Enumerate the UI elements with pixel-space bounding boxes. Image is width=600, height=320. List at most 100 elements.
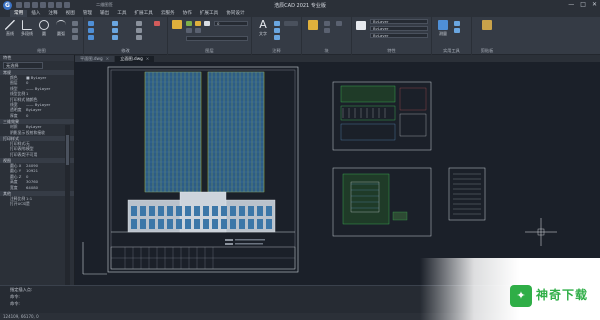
property-row[interactable]: 厚度 0 — [0, 113, 74, 118]
menu-item-extensions-2[interactable]: 扩展工具 — [196, 10, 222, 17]
podium-window — [203, 219, 209, 229]
quick-search[interactable]: 二维图签 — [96, 2, 113, 8]
layer-lock-icon[interactable] — [204, 21, 210, 26]
menu-item-co-design[interactable]: 协同设计 — [222, 10, 248, 17]
stretch-icon[interactable] — [88, 35, 94, 40]
rectangle-icon[interactable] — [72, 21, 78, 26]
selection-combo[interactable]: 无选择 — [3, 62, 43, 69]
layer-combo[interactable]: 0 — [214, 21, 248, 26]
sheet-border — [107, 66, 299, 273]
menu-item-cloud[interactable]: 云服务 — [157, 10, 179, 17]
layer-isolate-icon[interactable] — [195, 28, 201, 33]
podium-window — [248, 206, 254, 216]
linetype-combo[interactable]: ByLayer — [370, 26, 428, 31]
measure-icon — [438, 20, 448, 30]
properties-panel: 特性 无选择 常规 颜色 ■ ByLayer 图层 0 线型 —— ByLayer 线… — [0, 55, 75, 305]
minimize-button[interactable]: — — [568, 1, 574, 8]
select-all-icon[interactable] — [454, 28, 460, 33]
layer-state-combo[interactable] — [186, 36, 248, 41]
redo-icon[interactable] — [64, 2, 70, 8]
polyline-button[interactable]: 多段线 — [20, 20, 34, 40]
ribbon-group-draw: 直线 多段线 圆 圆弧 绘图 — [0, 17, 84, 55]
layer-properties-icon[interactable] — [172, 20, 182, 29]
sheet-site-plan — [332, 81, 432, 151]
line-button[interactable]: 直线 — [3, 20, 17, 40]
property-row[interactable]: 宽度 64080 — [0, 185, 74, 190]
scrollbar-thumb[interactable] — [66, 135, 69, 165]
layer-freeze-icon[interactable] — [195, 21, 201, 26]
save-icon[interactable] — [32, 2, 38, 8]
layer-match-icon[interactable] — [186, 28, 192, 33]
insert-block-button[interactable] — [306, 20, 320, 40]
podium-window — [131, 219, 137, 229]
dimension-icon[interactable] — [274, 21, 280, 26]
podium-window — [140, 206, 146, 216]
crosshair-cursor — [525, 218, 557, 246]
calculator-icon[interactable] — [454, 21, 460, 26]
edit-block-icon[interactable] — [324, 28, 330, 33]
podium-window — [149, 219, 155, 229]
menu-item-home[interactable]: 常用 — [10, 10, 28, 17]
erase-icon[interactable] — [154, 21, 160, 26]
trim-icon[interactable] — [136, 21, 142, 26]
scale-icon[interactable] — [112, 35, 118, 40]
move-icon[interactable] — [88, 21, 94, 26]
rotate-icon[interactable] — [112, 21, 118, 26]
hatch-icon[interactable] — [72, 28, 78, 33]
podium-window — [203, 206, 209, 216]
podium-window — [212, 206, 218, 216]
close-button[interactable]: ✕ — [592, 1, 597, 8]
menu-item-manage[interactable]: 管理 — [79, 10, 96, 17]
lineweight-combo[interactable]: ByLayer — [370, 33, 428, 38]
menu-item-tools[interactable]: 工具 — [113, 10, 130, 17]
menu-item-insert[interactable]: 插入 — [27, 10, 44, 17]
app-logo-icon[interactable]: G — [3, 0, 12, 10]
property-row[interactable]: 阴影显示 投射和接收 — [0, 130, 74, 135]
podium-window — [221, 206, 227, 216]
table-icon[interactable] — [274, 35, 280, 40]
match-properties-icon[interactable] — [356, 21, 366, 30]
mirror-icon[interactable] — [112, 28, 118, 33]
fillet-icon[interactable] — [136, 28, 142, 33]
text-style-combo[interactable] — [284, 21, 298, 26]
podium-window — [257, 219, 263, 229]
podium-window — [131, 206, 137, 216]
block-attribute-icon[interactable] — [336, 21, 342, 26]
ucs-icon — [82, 242, 107, 275]
menu-item-annotate[interactable]: 注释 — [44, 10, 61, 17]
window-title: 浩辰CAD 2021 专业版 — [274, 3, 326, 9]
create-block-icon[interactable] — [324, 21, 330, 26]
menu-item-output[interactable]: 输出 — [96, 10, 113, 17]
text-button[interactable]: A 文字 — [256, 19, 270, 40]
circle-button[interactable]: 圆 — [37, 20, 51, 40]
open-file-icon[interactable] — [24, 2, 30, 8]
leader-icon[interactable] — [274, 28, 280, 33]
array-icon[interactable] — [136, 35, 142, 40]
property-row[interactable]: 打开UCS图标是 — [0, 201, 74, 206]
property-row[interactable]: 打印表类型不可用 — [0, 152, 74, 157]
menu-item-collab[interactable]: 协作 — [179, 10, 196, 17]
color-combo[interactable]: ByLayer — [370, 19, 428, 24]
podium-window — [239, 219, 245, 229]
copy-icon[interactable] — [88, 28, 94, 33]
podium-window — [140, 219, 146, 229]
measure-button[interactable]: 测量 — [436, 20, 450, 40]
panel-scrollbar[interactable] — [65, 125, 70, 305]
undo-icon[interactable] — [56, 2, 62, 8]
ribbon-group-block: 块 — [302, 17, 352, 55]
paste-button[interactable] — [480, 20, 494, 40]
layer-on-icon[interactable] — [186, 21, 192, 26]
menu-item-view[interactable]: 视图 — [62, 10, 79, 17]
menu-item-extensions[interactable]: 扩展工具 — [130, 10, 156, 17]
left-tower — [144, 71, 202, 193]
maximize-button[interactable]: □ — [580, 1, 586, 8]
close-tab-icon[interactable]: × — [106, 56, 110, 61]
print-icon[interactable] — [48, 2, 54, 8]
ellipse-icon[interactable] — [72, 35, 78, 40]
save-as-icon[interactable] — [40, 2, 46, 8]
drawing-canvas[interactable] — [75, 62, 600, 285]
podium-window — [248, 219, 254, 229]
new-file-icon[interactable] — [16, 2, 22, 8]
close-tab-icon[interactable]: × — [146, 56, 150, 61]
arc-button[interactable]: 圆弧 — [54, 20, 68, 40]
